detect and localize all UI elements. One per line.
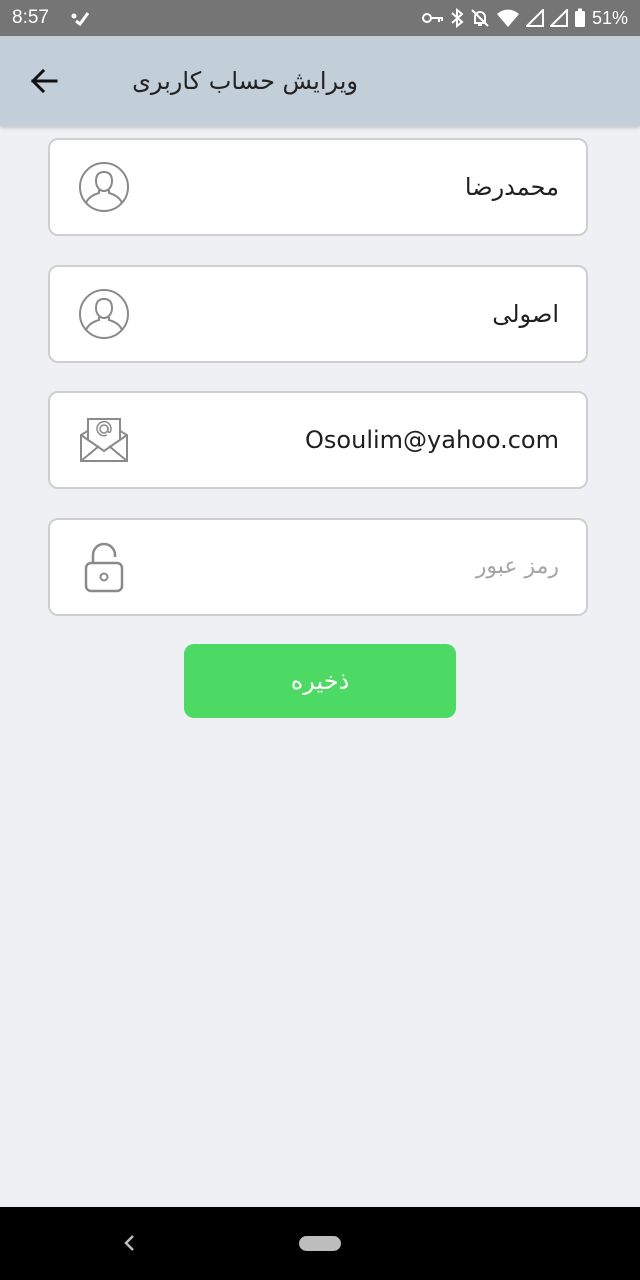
email-value[interactable]: Osoulim@yahoo.com	[305, 393, 559, 487]
last-name-value[interactable]: اصولی	[492, 267, 559, 361]
first-name-value[interactable]: محمدرضا	[465, 140, 559, 234]
bluetooth-icon	[450, 8, 464, 28]
last-name-field[interactable]: اصولی	[48, 265, 588, 363]
user-icon	[77, 160, 131, 214]
vpn-key-icon	[421, 11, 444, 25]
system-nav-bar	[0, 1207, 640, 1280]
notifications-off-icon	[470, 8, 490, 28]
signal-icon	[549, 9, 568, 27]
arrow-back-icon	[30, 68, 58, 94]
save-button[interactable]: ذخیره	[184, 644, 456, 718]
password-field[interactable]: رمز عبور	[48, 518, 588, 616]
first-name-field[interactable]: محمدرضا	[48, 138, 588, 236]
mail-icon	[77, 413, 131, 467]
status-icons: 51%	[421, 7, 628, 29]
status-bar: 8:57 51%	[0, 0, 640, 36]
signal-icon	[525, 9, 544, 27]
lock-icon	[77, 540, 131, 594]
battery-icon	[574, 8, 586, 28]
wifi-check-icon	[70, 9, 90, 32]
battery-percentage: 51%	[591, 8, 628, 28]
password-placeholder[interactable]: رمز عبور	[476, 520, 559, 614]
user-icon	[77, 287, 131, 341]
page-title: ویرایش حساب کاربری	[132, 67, 358, 95]
nav-back-icon[interactable]	[120, 1233, 140, 1257]
status-time: 8:57	[12, 7, 49, 28]
nav-home-pill[interactable]	[299, 1236, 341, 1251]
wifi-icon	[496, 8, 520, 28]
back-button[interactable]	[26, 63, 62, 99]
app-bar: ویرایش حساب کاربری	[0, 36, 640, 126]
email-field[interactable]: Osoulim@yahoo.com	[48, 391, 588, 489]
